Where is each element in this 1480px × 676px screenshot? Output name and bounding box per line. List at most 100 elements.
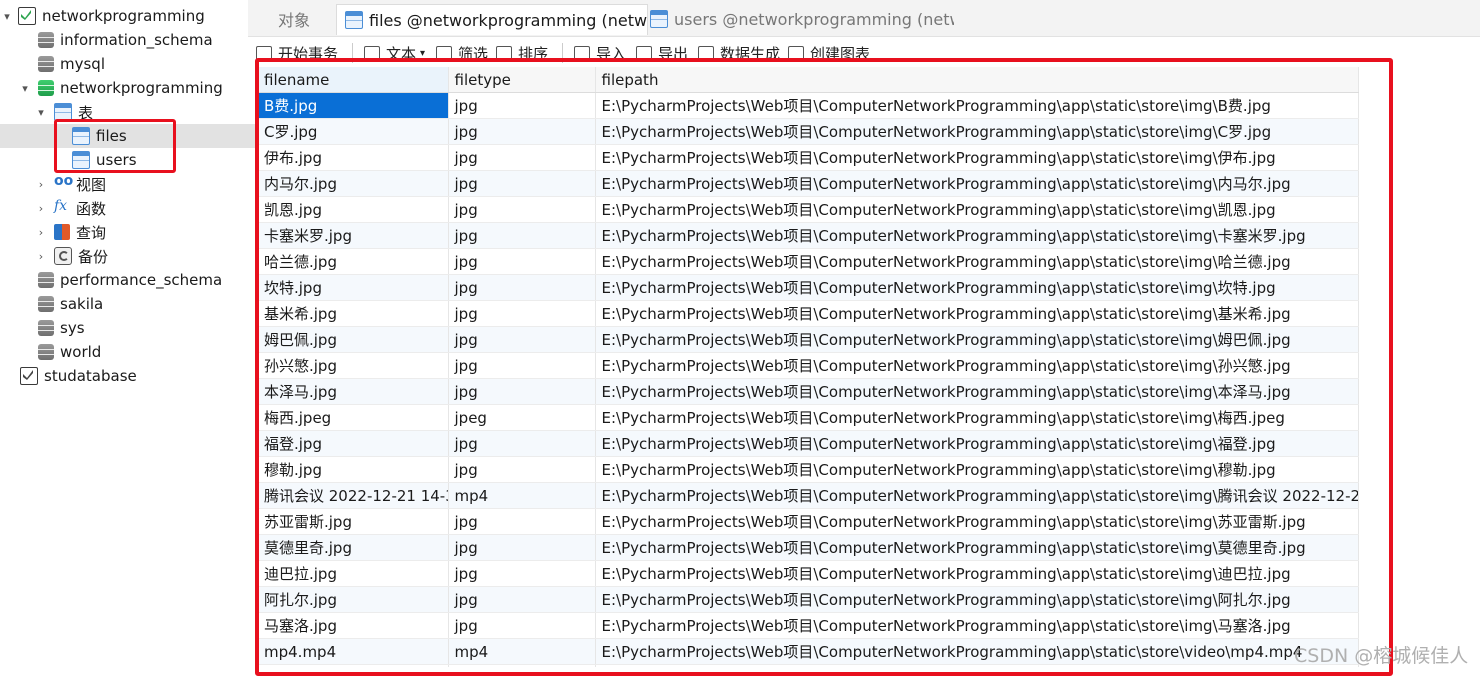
data-generation-button[interactable]: 数据生成 [698, 43, 780, 64]
cell-filetype[interactable]: jpg [448, 560, 596, 587]
table-row[interactable]: 梅西.jpeg jpeg E:\PycharmProjects\Web项目\Comp… [258, 404, 1359, 431]
cell-filetype[interactable]: jpg [448, 92, 596, 119]
tree-folder-views[interactable]: › 视图 [0, 172, 280, 196]
tree-db-information-schema[interactable]: information_schema [0, 28, 270, 52]
table-row[interactable]: B费.jpg jpg E:\PycharmProjects\Web项目\Comput… [258, 92, 1359, 119]
chevron-right-icon[interactable]: › [34, 196, 48, 220]
cell-filename[interactable]: C罗.jpg [258, 118, 449, 145]
cell-filetype[interactable]: mp4 [448, 664, 596, 667]
text-view-button[interactable]: 文本 ▾ [364, 43, 425, 64]
tree-folder-queries[interactable]: › 查询 [0, 220, 280, 244]
cell-filetype[interactable]: mp4 [448, 482, 596, 509]
table-row[interactable]: 苏亚雷斯.jpg jpg E:\PycharmProjects\Web项目\Comp… [258, 508, 1359, 535]
tree-db-performance-schema[interactable]: performance_schema [0, 268, 270, 292]
table-row[interactable]: 孙兴慜.jpg jpg E:\PycharmProjects\Web项目\Compu… [258, 352, 1359, 379]
tree-folder-backups[interactable]: › 备份 [0, 244, 280, 268]
cell-filename[interactable]: 迪巴拉.jpg [258, 560, 449, 587]
cell-filepath[interactable]: E:\PycharmProjects\Web项目\ComputerNetwork… [595, 638, 1359, 665]
cell-filename[interactable]: 穆勒.jpg [258, 456, 449, 483]
chevron-down-icon[interactable]: ▾ [18, 76, 32, 100]
tree-connection-studatabase[interactable]: studatabase [0, 364, 252, 388]
cell-filepath[interactable]: E:\PycharmProjects\Web项目\ComputerNetwork… [595, 352, 1359, 379]
column-header-filename[interactable]: filename [258, 67, 449, 93]
sort-button[interactable]: 排序 [496, 43, 548, 64]
cell-filename[interactable]: 哈兰德.jpg [258, 248, 449, 275]
cell-filepath[interactable]: E:\PycharmProjects\Web项目\ComputerNetwork… [595, 92, 1359, 119]
cell-filename[interactable]: 梅西.jpeg [258, 404, 449, 431]
table-row[interactable]: 姆巴佩.jpg jpg E:\PycharmProjects\Web项目\Compu… [258, 326, 1359, 353]
cell-filename[interactable]: 富春山居图录屏.mp4 [258, 664, 449, 667]
cell-filetype[interactable]: jpg [448, 248, 596, 275]
cell-filepath[interactable]: E:\PycharmProjects\Web项目\ComputerNetwork… [595, 378, 1359, 405]
cell-filetype[interactable]: jpg [448, 456, 596, 483]
table-row[interactable]: 迪巴拉.jpg jpg E:\PycharmProjects\Web项目\Compu… [258, 560, 1359, 587]
column-header-filepath[interactable]: filepath [595, 67, 1359, 93]
cell-filepath[interactable]: E:\PycharmProjects\Web项目\ComputerNetwork… [595, 196, 1359, 223]
cell-filepath[interactable]: E:\PycharmProjects\Web项目\ComputerNetwork… [595, 274, 1359, 301]
chevron-down-icon[interactable]: ▾ [0, 4, 14, 28]
cell-filepath[interactable]: E:\PycharmProjects\Web项目\ComputerNetwork… [595, 482, 1359, 509]
cell-filetype[interactable]: jpg [448, 144, 596, 171]
cell-filepath[interactable]: E:\PycharmProjects\Web项目\ComputerNetwork… [595, 560, 1359, 587]
cell-filepath[interactable]: E:\PycharmProjects\Web项目\ComputerNetwork… [595, 456, 1359, 483]
cell-filepath[interactable]: E:\PycharmProjects\Web项目\ComputerNetwork… [595, 534, 1359, 561]
table-row[interactable]: 阿扎尔.jpg jpg E:\PycharmProjects\Web项目\Compu… [258, 586, 1359, 613]
cell-filetype[interactable]: jpg [448, 300, 596, 327]
cell-filetype[interactable]: jpg [448, 352, 596, 379]
create-chart-button[interactable]: 创建图表 [788, 43, 870, 64]
cell-filepath[interactable]: E:\PycharmProjects\Web项目\ComputerNetwork… [595, 664, 1359, 667]
table-row[interactable]: 马塞洛.jpg jpg E:\PycharmProjects\Web项目\Compu… [258, 612, 1359, 639]
table-row[interactable]: 基米希.jpg jpg E:\PycharmProjects\Web项目\Compu… [258, 300, 1359, 327]
cell-filename[interactable]: 卡塞米罗.jpg [258, 222, 449, 249]
cell-filename[interactable]: 孙兴慜.jpg [258, 352, 449, 379]
cell-filename[interactable]: 坎特.jpg [258, 274, 449, 301]
table-row[interactable]: C罗.jpg jpg E:\PycharmProjects\Web项目\Comput… [258, 118, 1359, 145]
cell-filepath[interactable]: E:\PycharmProjects\Web项目\ComputerNetwork… [595, 248, 1359, 275]
cell-filename[interactable]: mp4.mp4 [258, 638, 449, 665]
tree-connection-networkprogramming[interactable]: ▾ networkprogramming [0, 4, 246, 28]
cell-filepath[interactable]: E:\PycharmProjects\Web项目\ComputerNetwork… [595, 430, 1359, 457]
cell-filename[interactable]: 腾讯会议 2022-12-21 14-3... [258, 482, 449, 509]
cell-filetype[interactable]: jpg [448, 170, 596, 197]
tree-db-sys[interactable]: sys [0, 316, 270, 340]
cell-filetype[interactable]: jpg [448, 534, 596, 561]
filter-button[interactable]: 筛选 [436, 43, 488, 64]
table-row[interactable]: 凯恩.jpg jpg E:\PycharmProjects\Web项目\Comput… [258, 196, 1359, 223]
table-row[interactable]: 伊布.jpg jpg E:\PycharmProjects\Web项目\Comput… [258, 144, 1359, 171]
chevron-down-icon[interactable]: ▾ [34, 100, 48, 124]
table-row[interactable]: 哈兰德.jpg jpg E:\PycharmProjects\Web项目\Compu… [258, 248, 1359, 275]
cell-filetype[interactable]: jpg [448, 378, 596, 405]
cell-filepath[interactable]: E:\PycharmProjects\Web项目\ComputerNetwork… [595, 404, 1359, 431]
cell-filename[interactable]: 凯恩.jpg [258, 196, 449, 223]
cell-filetype[interactable]: jpg [448, 612, 596, 639]
data-grid[interactable]: filename filetype filepath B费.jpg jpg E:\P… [258, 67, 1386, 667]
cell-filepath[interactable]: E:\PycharmProjects\Web项目\ComputerNetwork… [595, 170, 1359, 197]
cell-filetype[interactable]: jpg [448, 222, 596, 249]
table-row[interactable]: 本泽马.jpg jpg E:\PycharmProjects\Web项目\Compu… [258, 378, 1359, 405]
cell-filename[interactable]: 内马尔.jpg [258, 170, 449, 197]
table-row[interactable]: mp4.mp4 mp4 E:\PycharmProjects\Web项目\Compu… [258, 638, 1359, 665]
table-row[interactable]: 卡塞米罗.jpg jpg E:\PycharmProjects\Web项目\Comp… [258, 222, 1359, 249]
cell-filename[interactable]: 马塞洛.jpg [258, 612, 449, 639]
cell-filename[interactable]: 姆巴佩.jpg [258, 326, 449, 353]
cell-filepath[interactable]: E:\PycharmProjects\Web项目\ComputerNetwork… [595, 612, 1359, 639]
tree-folder-functions[interactable]: › 函数 [0, 196, 280, 220]
cell-filetype[interactable]: jpg [448, 586, 596, 613]
cell-filename[interactable]: 伊布.jpg [258, 144, 449, 171]
table-row[interactable]: 腾讯会议 2022-12-21 14-3...mp4E:\PycharmProj… [258, 482, 1359, 509]
cell-filetype[interactable]: jpeg [448, 404, 596, 431]
cell-filepath[interactable]: E:\PycharmProjects\Web项目\ComputerNetwork… [595, 300, 1359, 327]
cell-filename[interactable]: B费.jpg [258, 92, 449, 119]
import-button[interactable]: 导入 [574, 43, 626, 64]
cell-filepath[interactable]: E:\PycharmProjects\Web项目\ComputerNetwork… [595, 222, 1359, 249]
cell-filepath[interactable]: E:\PycharmProjects\Web项目\ComputerNetwork… [595, 508, 1359, 535]
cell-filepath[interactable]: E:\PycharmProjects\Web项目\ComputerNetwork… [595, 118, 1359, 145]
cell-filetype[interactable]: jpg [448, 430, 596, 457]
table-row[interactable]: 富春山居图录屏.mp4mp4E:\PycharmProjects\Web项目\C… [258, 664, 1359, 667]
cell-filename[interactable]: 基米希.jpg [258, 300, 449, 327]
chevron-right-icon[interactable]: › [34, 220, 48, 244]
chevron-right-icon[interactable]: › [34, 172, 48, 196]
tree-db-mysql[interactable]: mysql [0, 52, 270, 76]
begin-transaction-button[interactable]: 开始事务 [256, 43, 338, 64]
tree-db-networkprogramming[interactable]: ▾ networkprogramming [0, 76, 264, 100]
